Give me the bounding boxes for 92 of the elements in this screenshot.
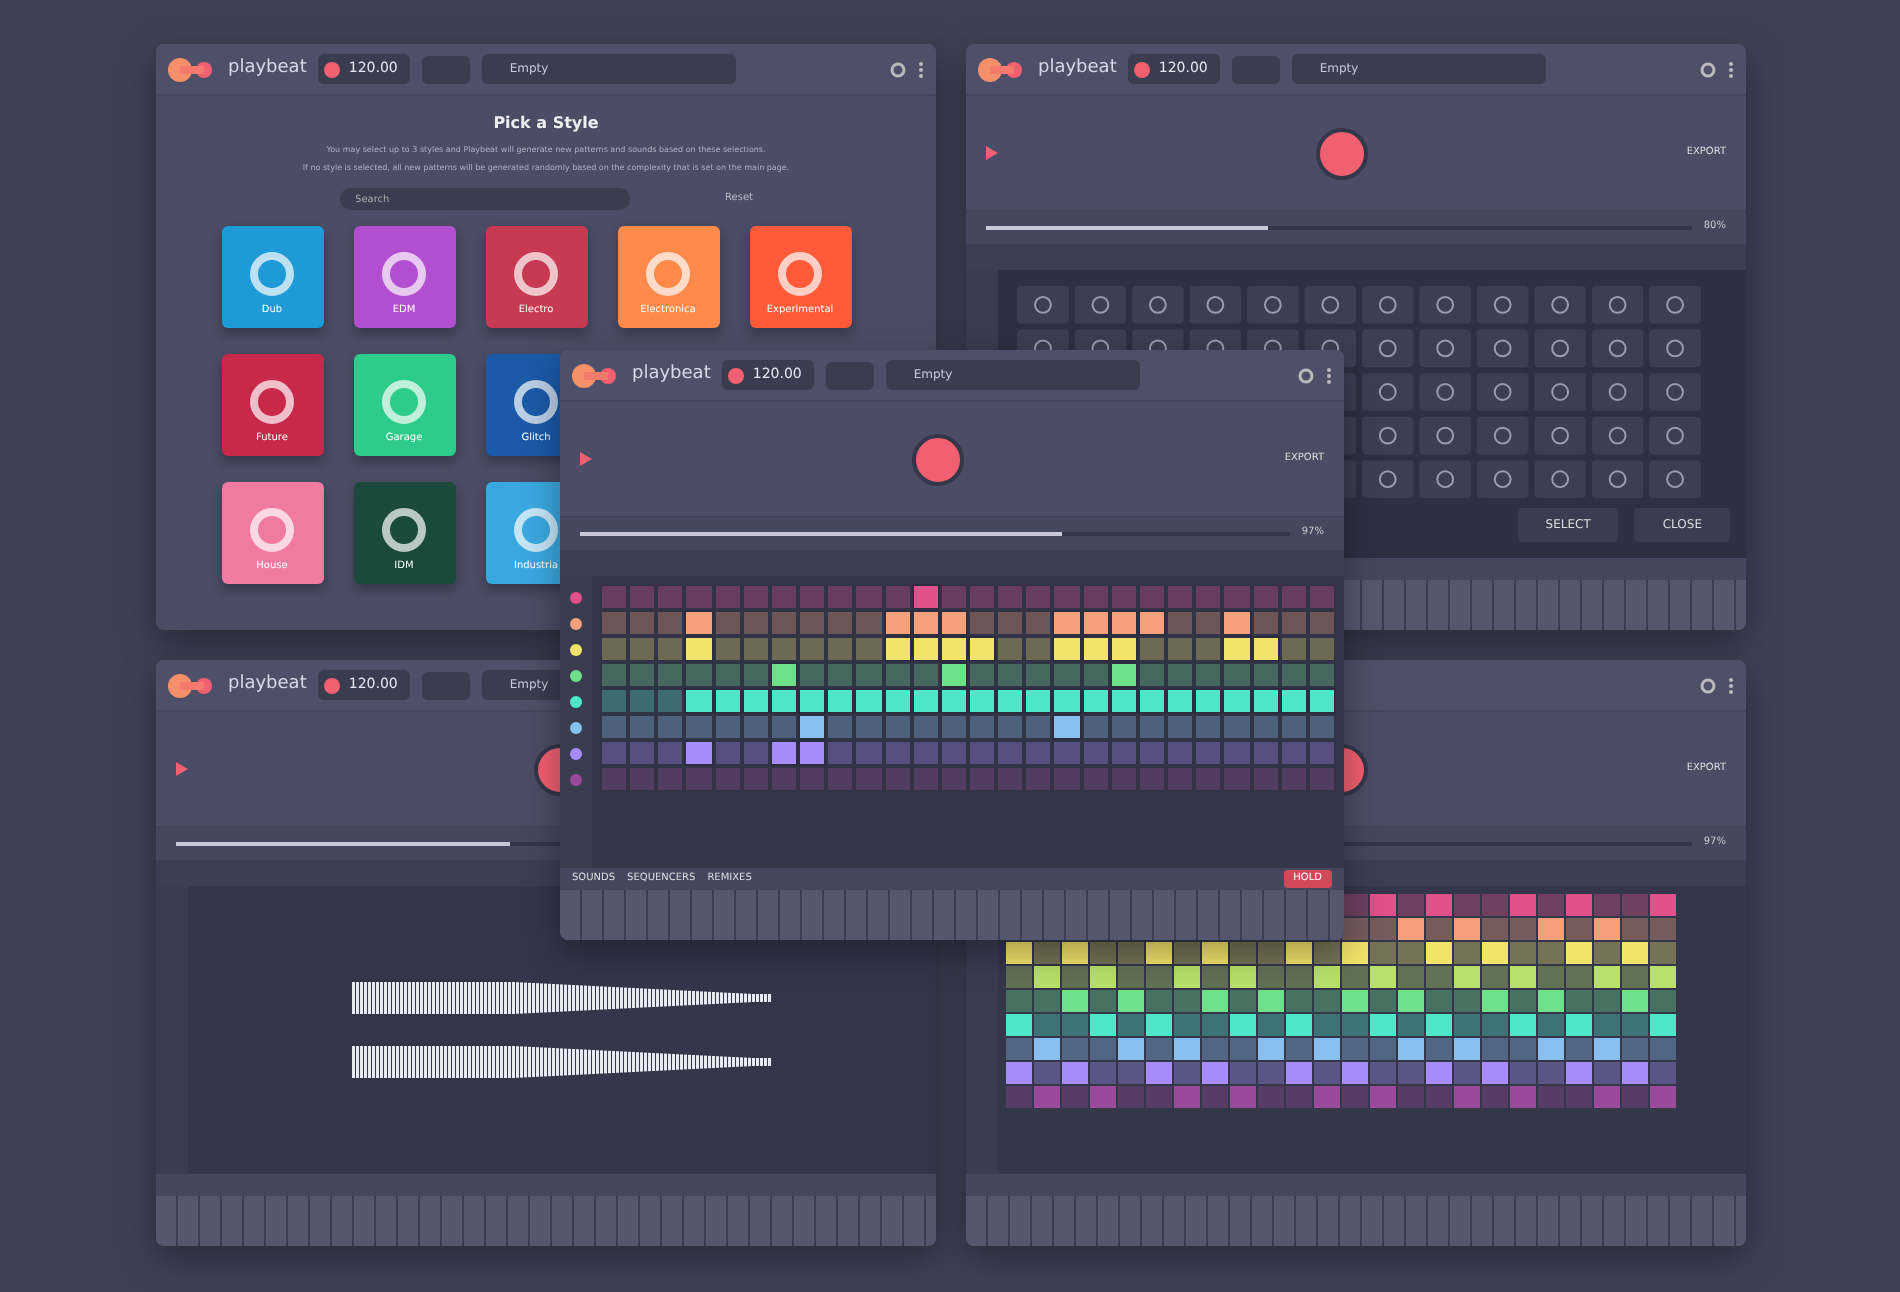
step-cell[interactable]: [798, 740, 827, 766]
pattern-dropdown[interactable]: [1231, 55, 1280, 83]
step-cell[interactable]: [713, 688, 742, 714]
step-cell[interactable]: [911, 610, 940, 636]
step-cell[interactable]: [1222, 688, 1252, 714]
step-cell[interactable]: [939, 610, 968, 636]
step-cell[interactable]: [883, 688, 912, 714]
pattern-dropdown[interactable]: [421, 55, 470, 83]
step-cell[interactable]: [684, 636, 714, 662]
play-icon[interactable]: [580, 452, 592, 466]
step-cell[interactable]: [1081, 636, 1110, 662]
step-cell[interactable]: [741, 688, 770, 714]
step-cell[interactable]: [1081, 610, 1110, 636]
step-cell[interactable]: [996, 688, 1025, 714]
tile-art-icon: [382, 251, 426, 296]
tile-art-icon: [250, 251, 294, 296]
step-cell[interactable]: [1052, 610, 1082, 636]
step-cell[interactable]: [1109, 636, 1138, 662]
record-icon: [324, 61, 341, 77]
app-name: playbeat: [1038, 55, 1117, 82]
step-cell[interactable]: [769, 688, 799, 714]
tile-art-icon: [382, 379, 426, 424]
step-cell[interactable]: [1052, 636, 1082, 662]
tile-art-icon: [250, 507, 294, 552]
settings-icon[interactable]: [1700, 677, 1716, 693]
step-cell[interactable]: [939, 636, 968, 662]
tile-art-icon: [514, 379, 558, 424]
step-cell[interactable]: [854, 688, 884, 714]
tile-art-icon: [250, 379, 294, 424]
step-cell[interactable]: [1109, 688, 1138, 714]
settings-icon[interactable]: [890, 61, 906, 77]
step-cell[interactable]: [911, 688, 940, 714]
step-cell[interactable]: [769, 740, 799, 766]
pattern-dropdown[interactable]: [825, 361, 874, 389]
menu-icon[interactable]: [1326, 367, 1332, 383]
record-icon: [728, 367, 745, 383]
logo-icon: [168, 57, 216, 81]
tile-art-icon: [382, 507, 426, 552]
logo-icon: [978, 57, 1026, 81]
step-cell[interactable]: [684, 688, 714, 714]
menu-icon[interactable]: [1728, 61, 1734, 77]
record-icon: [324, 677, 341, 693]
app-name: playbeat: [228, 671, 307, 698]
step-cell[interactable]: [1222, 636, 1252, 662]
menu-icon[interactable]: [1728, 677, 1734, 693]
tile-art-icon: [778, 251, 822, 296]
step-cell[interactable]: [939, 688, 968, 714]
pattern-dropdown[interactable]: [421, 671, 470, 699]
step-cell[interactable]: [1307, 688, 1336, 714]
record-button[interactable]: [912, 433, 965, 485]
app-name: playbeat: [228, 55, 307, 82]
step-cell[interactable]: [798, 714, 827, 740]
step-cell[interactable]: [1251, 688, 1280, 714]
step-cell[interactable]: [1024, 688, 1053, 714]
tile-art-icon: [514, 507, 558, 552]
tile-art-icon: [514, 251, 558, 296]
menu-icon[interactable]: [918, 61, 924, 77]
step-cell[interactable]: [1109, 610, 1138, 636]
step-cell[interactable]: [1194, 688, 1223, 714]
step-cell[interactable]: [939, 662, 968, 688]
step-cell[interactable]: [1109, 662, 1138, 688]
step-cell[interactable]: [798, 688, 827, 714]
step-cell[interactable]: [1052, 688, 1082, 714]
step-cell[interactable]: [1279, 688, 1308, 714]
step-cell[interactable]: [826, 688, 855, 714]
logo-icon: [572, 363, 620, 387]
step-cell[interactable]: [883, 610, 912, 636]
step-cell[interactable]: [883, 636, 912, 662]
step-cell[interactable]: [769, 662, 799, 688]
tile-art-icon: [646, 251, 690, 296]
play-icon[interactable]: [176, 762, 188, 776]
step-cell[interactable]: [1137, 610, 1167, 636]
step-cell[interactable]: [1222, 610, 1252, 636]
step-cell[interactable]: [684, 740, 714, 766]
page-title: Pick a Style: [493, 112, 599, 136]
step-cell[interactable]: [1052, 714, 1082, 740]
step-cell[interactable]: [911, 584, 940, 610]
app-name: playbeat: [632, 361, 711, 388]
step-cell[interactable]: [1081, 688, 1110, 714]
step-cell[interactable]: [911, 636, 940, 662]
step-cell[interactable]: [967, 636, 997, 662]
play-icon[interactable]: [986, 146, 998, 160]
settings-icon[interactable]: [1298, 367, 1314, 383]
logo-icon: [168, 673, 216, 697]
step-cell[interactable]: [1251, 636, 1280, 662]
settings-icon[interactable]: [1700, 61, 1716, 77]
record-icon: [1134, 61, 1151, 77]
step-cell[interactable]: [684, 610, 714, 636]
step-cell[interactable]: [1166, 688, 1195, 714]
record-button[interactable]: [1316, 127, 1369, 179]
step-cell[interactable]: [1137, 688, 1167, 714]
step-cell[interactable]: [967, 688, 997, 714]
